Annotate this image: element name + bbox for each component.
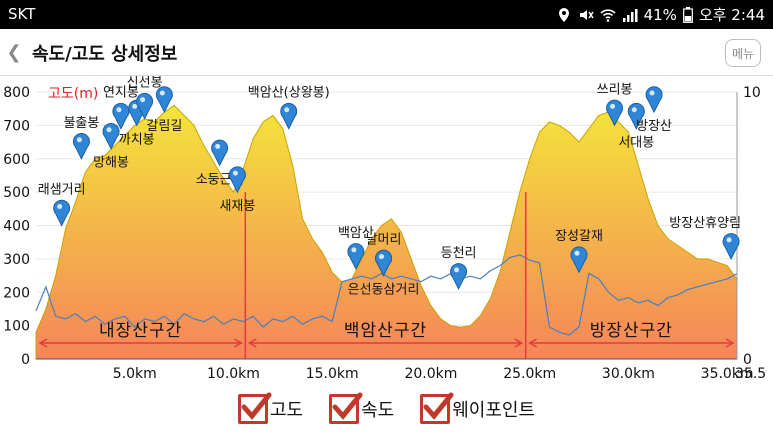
status-icons: 41% 오후 2:44 (556, 4, 765, 25)
waypoint-label: 까치봉 (119, 132, 155, 147)
legend-label-speed: 속도 (361, 400, 395, 421)
waypoint-pin-highlight (379, 254, 385, 260)
y-tick-label: 400 (3, 219, 30, 235)
status-bar: SKT 41% 오후 2:44 (0, 0, 773, 29)
waypoint-pin-icon (450, 263, 467, 291)
waypoint-label: 서대봉 (618, 136, 654, 151)
signal-icon (622, 7, 638, 23)
y-tick-label: 0 (21, 352, 30, 368)
y-tick-label: 800 (3, 85, 30, 101)
y-tick-label: 200 (3, 285, 30, 301)
waypoint-pin-highlight (649, 90, 655, 96)
menu-button[interactable]: 메뉴 (725, 39, 761, 67)
waypoint-pin-highlight (215, 143, 221, 149)
waypoint-label: 갈림길 (146, 119, 182, 134)
waypoint-label: 신선봉 (127, 76, 163, 91)
section-label: 내장산구간 (99, 321, 182, 341)
waypoint-pin-icon (211, 139, 229, 167)
waypoint-pin-highlight (284, 107, 290, 113)
waypoint-pin-highlight (726, 237, 732, 243)
waypoint-marker (72, 132, 90, 160)
waypoint-label: 장성갈재 (555, 229, 603, 244)
legend-label-altitude: 고도 (269, 400, 304, 421)
waypoint-label: 망해봉 (93, 156, 129, 171)
battery-icon (683, 6, 693, 23)
x-tick-label: 30.0km (602, 366, 655, 382)
waypoint-label: 백암산(상왕봉) (248, 86, 330, 101)
waypoint-pin-highlight (159, 90, 165, 96)
y-axis-label: 고도(m) (48, 86, 98, 102)
checkmark-icon (423, 392, 454, 420)
legend-label-waypoint: 웨이포인트 (452, 400, 536, 421)
waypoint-pin-highlight (232, 170, 238, 176)
legend-toggle-waypoint[interactable]: 웨이포인트 (420, 392, 536, 424)
battery-percent: 41% (643, 5, 677, 24)
y-tick-label: 700 (3, 118, 30, 134)
waypoint-pin-icon (53, 199, 71, 227)
page-title: 속도/고도 상세정보 (32, 44, 178, 65)
section-label: 백암산구간 (344, 321, 427, 341)
waypoint-pin-highlight (351, 247, 357, 253)
waypoint-label: 방장산 (636, 119, 672, 134)
y-tick-label: 500 (3, 185, 30, 201)
x-tick-label: 5.0km (113, 366, 157, 382)
elevation-speed-chart: 내장산구간 백암산구간 방장산구간 800 700 600 500 400 300 200 100… (0, 76, 773, 386)
waypoint-pin-highlight (574, 250, 580, 256)
location-icon (556, 7, 572, 23)
waypoint-pin-icon (72, 132, 90, 160)
legend-toggle-speed[interactable]: 속도 (329, 392, 395, 424)
checkmark-icon (332, 392, 363, 420)
x-tick-label: 20.0km (404, 366, 457, 382)
checkbox-altitude[interactable] (237, 392, 272, 424)
waypoint-label: 새재봉 (219, 199, 255, 214)
back-chevron-icon: ❮ (6, 42, 22, 63)
waypoint-marker (53, 199, 71, 227)
x-tick-label: 35.5 (735, 366, 766, 382)
chart-legend: 고도 속도 웨이포인트 (0, 388, 773, 430)
waypoint-pin-highlight (76, 137, 82, 143)
section-label: 방장산구간 (590, 321, 673, 341)
waypoint-pin-highlight (454, 267, 460, 273)
y-tick-label: 300 (3, 252, 30, 268)
waypoint-marker (211, 139, 229, 167)
checkmark-icon (241, 392, 272, 420)
x-tick-label: 25.0km (503, 366, 556, 382)
chart-svg: 내장산구간 백암산구간 방장산구간 800700600500400300200100… (3, 76, 766, 382)
mute-icon (578, 7, 594, 23)
carrier-name: SKT (8, 5, 36, 23)
waypoint-pin-icon (645, 86, 663, 114)
waypoint-label: 등천리 (441, 246, 477, 261)
waypoint-pin-highlight (610, 103, 616, 109)
y-tick-label: 100 (3, 319, 30, 335)
waypoint-label: 날머리 (366, 233, 402, 248)
checkbox-speed[interactable] (329, 392, 363, 424)
x-tick-label: 15.0km (306, 366, 359, 382)
waypoint-marker (450, 263, 467, 291)
clock-time: 오후 2:44 (698, 6, 765, 24)
waypoint-pin-highlight (631, 107, 637, 113)
back-button[interactable]: ❮ (0, 29, 28, 76)
checkbox-waypoint[interactable] (420, 392, 454, 424)
waypoint-pin-highlight (106, 127, 112, 133)
waypoint-marker (645, 86, 663, 114)
waypoint-label: 래샘거리 (38, 183, 86, 198)
waypoint-label: 방장산휴양림 (669, 216, 741, 231)
x-tick-label: 10.0km (207, 366, 260, 382)
waypoint-pin-highlight (140, 97, 146, 103)
wifi-icon (600, 7, 616, 23)
waypoint-pin-highlight (116, 107, 122, 113)
waypoint-pin-highlight (132, 103, 138, 109)
waypoint-label: 은선동삼거리 (348, 283, 420, 298)
legend-toggle-altitude[interactable]: 고도 (237, 392, 304, 424)
y-tick-label: 600 (3, 152, 30, 168)
waypoint-label: 쓰리봉 (597, 82, 633, 97)
y-right-tick-label: 10 (743, 85, 761, 101)
waypoint-label: 불출봉 (63, 116, 99, 131)
app-bar: ❮ 속도/고도 상세정보 메뉴 (0, 29, 773, 76)
waypoint-pin-highlight (57, 204, 63, 209)
